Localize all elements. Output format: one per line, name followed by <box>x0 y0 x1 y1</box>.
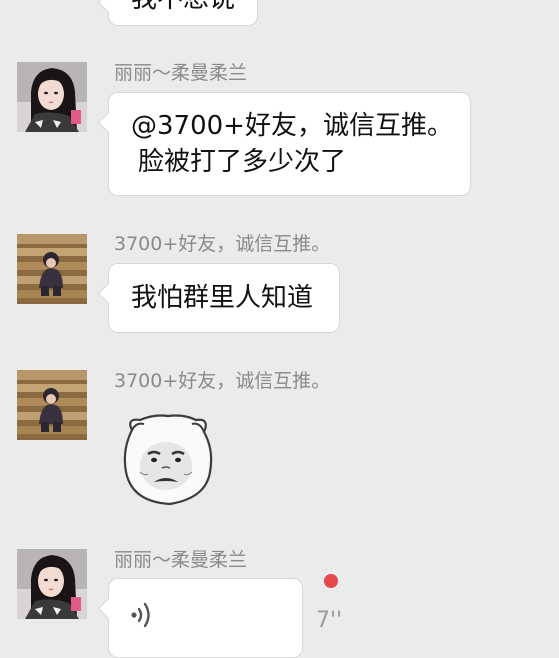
voice-message-bubble[interactable] <box>108 578 303 658</box>
pouting-cat-face-icon <box>123 414 213 506</box>
message-bubble[interactable]: 我怕群里人知道 <box>108 263 340 333</box>
sender-avatar[interactable] <box>17 62 87 132</box>
message-bubble[interactable]: @3700+好友，诚信互推。 脸被打了多少次了 <box>108 92 471 196</box>
child-on-stairs-avatar-icon <box>17 234 87 304</box>
sender-name: 丽丽～柔曼柔兰 <box>114 62 248 84</box>
sender-avatar[interactable] <box>17 549 87 619</box>
sender-avatar[interactable] <box>17 234 87 304</box>
message-bubble[interactable]: 我不想说 <box>108 0 258 26</box>
sender-name: 3700+好友，诚信互推。 <box>114 370 331 392</box>
child-on-stairs-avatar-icon <box>17 370 87 440</box>
sticker-image[interactable] <box>118 410 218 510</box>
message-text: 我不想说 <box>131 0 235 17</box>
voice-duration: 7'' <box>316 608 343 633</box>
message-text: @3700+好友，诚信互推。 <box>131 111 453 141</box>
voice-wave-icon <box>129 601 155 639</box>
unread-dot <box>324 574 338 588</box>
message-text: 脸被打了多少次了 <box>138 147 347 177</box>
sender-avatar[interactable] <box>17 370 87 440</box>
girl-avatar-icon <box>17 549 87 619</box>
sender-name: 丽丽～柔曼柔兰 <box>114 549 248 571</box>
message-text: 我怕群里人知道 <box>131 283 314 313</box>
sender-name: 3700+好友，诚信互推。 <box>114 233 331 255</box>
girl-avatar-icon <box>17 62 87 132</box>
